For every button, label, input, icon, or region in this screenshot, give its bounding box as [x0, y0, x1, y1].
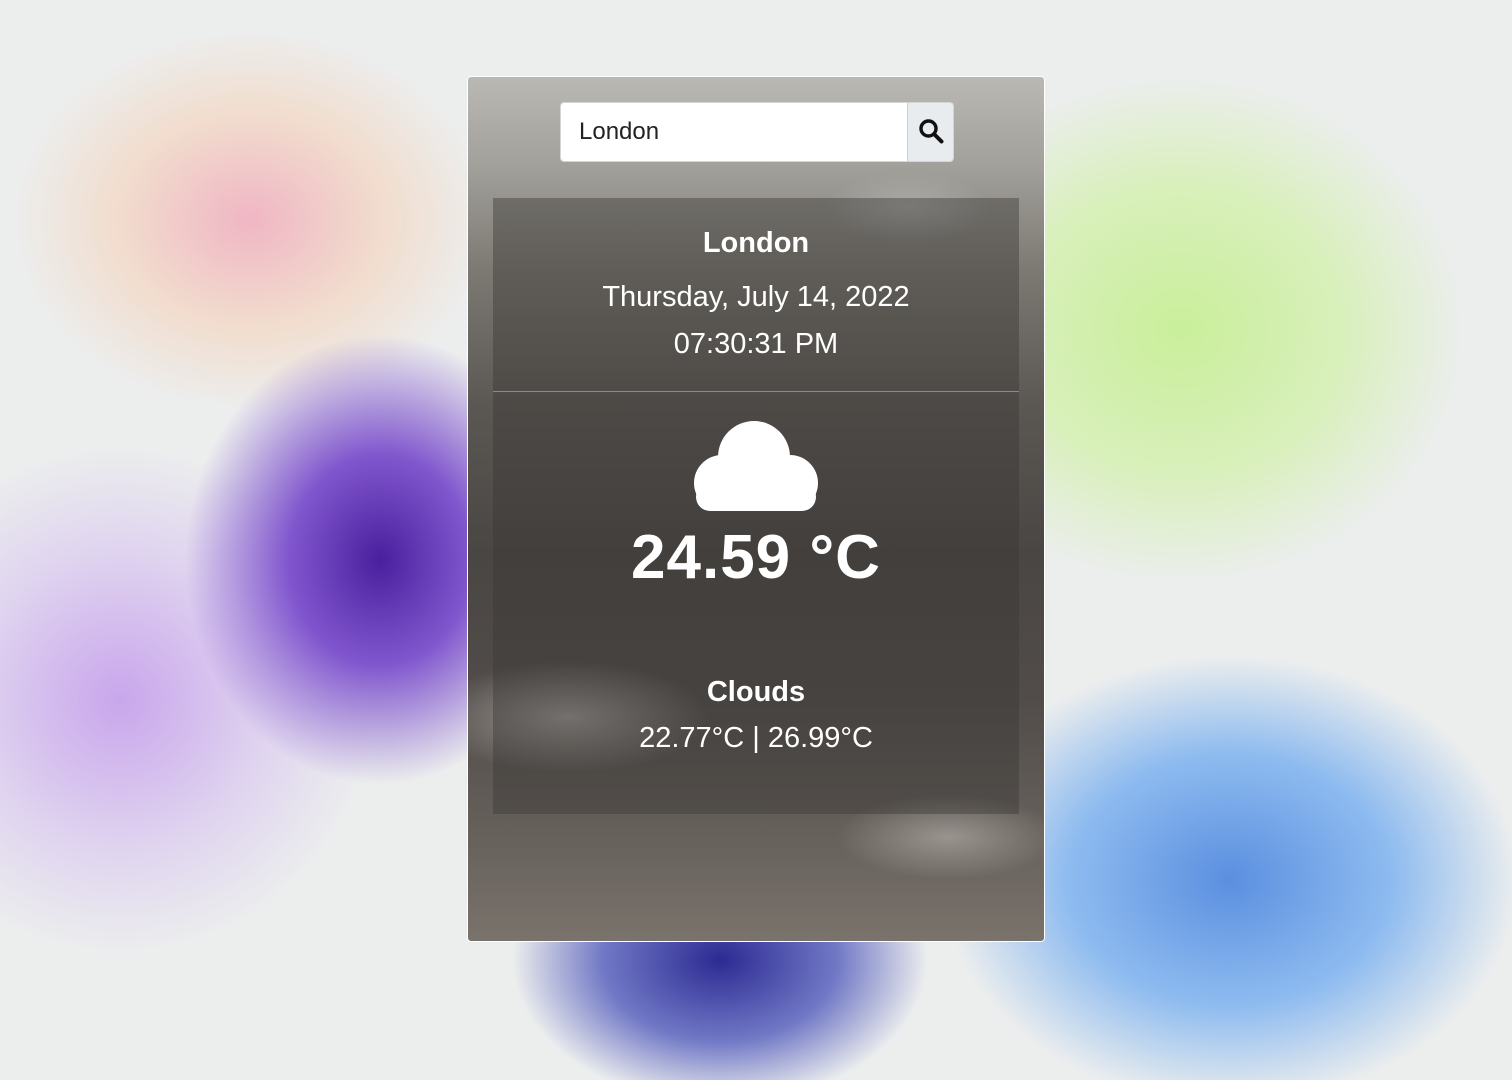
search-button[interactable]	[907, 103, 953, 161]
search-bar	[560, 102, 954, 162]
current-time: 07:30:31 PM	[673, 328, 839, 360]
cloud-icon	[692, 421, 820, 513]
search-icon	[918, 118, 944, 147]
city-name: London	[702, 227, 810, 259]
min-max-temperature: 22.77°C | 26.99°C	[639, 722, 873, 754]
weather-card: London Thursday, July 14, 2022 07:30:31 …	[467, 76, 1045, 942]
conditions-section: 24.59 °C Clouds 22.77°C | 26.99°C	[493, 392, 1019, 813]
search-input[interactable]	[561, 103, 907, 161]
current-date: Thursday, July 14, 2022	[602, 281, 910, 313]
weather-condition: Clouds	[706, 676, 806, 708]
location-section: London Thursday, July 14, 2022 07:30:31 …	[493, 198, 1019, 392]
weather-info-panel: London Thursday, July 14, 2022 07:30:31 …	[493, 198, 1019, 814]
temperature: 24.59 °C	[631, 523, 881, 592]
